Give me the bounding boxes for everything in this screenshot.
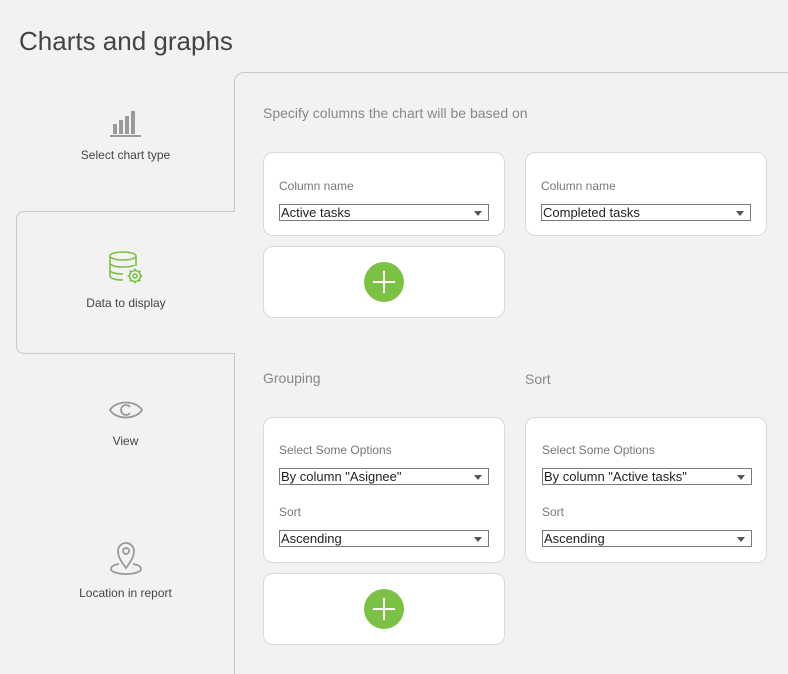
add-column-button[interactable] bbox=[364, 262, 404, 302]
select-value: Ascending bbox=[281, 531, 342, 546]
grouping-card: Select Some Options By column "Asignee" … bbox=[263, 417, 505, 563]
dropdown-arrow-icon bbox=[474, 211, 482, 216]
dropdown-arrow-icon bbox=[737, 475, 745, 480]
column-name-label: Column name bbox=[541, 179, 616, 193]
column-name-label: Column name bbox=[279, 179, 354, 193]
grouping-options-label: Select Some Options bbox=[279, 443, 392, 457]
dropdown-arrow-icon bbox=[736, 211, 744, 216]
sort-options-label: Select Some Options bbox=[542, 443, 655, 457]
select-value: Active tasks bbox=[281, 205, 351, 220]
add-grouping-button[interactable] bbox=[364, 589, 404, 629]
sort-heading: Sort bbox=[525, 371, 551, 387]
columns-heading: Specify columns the chart will be based … bbox=[263, 105, 528, 121]
add-column-card bbox=[263, 246, 505, 318]
select-value: Ascending bbox=[544, 531, 605, 546]
sort-options-select[interactable]: By column "Active tasks" bbox=[542, 468, 752, 485]
column-card-1: Column name Active tasks bbox=[263, 152, 505, 236]
step-location-in-report[interactable]: Location in report bbox=[16, 540, 235, 600]
grouping-heading: Grouping bbox=[263, 370, 321, 386]
sort-order-select[interactable]: Ascending bbox=[542, 530, 752, 547]
grouping-sort-select[interactable]: Ascending bbox=[279, 530, 489, 547]
select-value: Completed tasks bbox=[543, 205, 640, 220]
select-value: By column "Active tasks" bbox=[544, 469, 687, 484]
step-label-select-chart-type: Select chart type bbox=[80, 148, 171, 162]
column-name-select[interactable]: Active tasks bbox=[279, 204, 489, 221]
step-label-data-to-display: Data to display bbox=[86, 296, 166, 310]
step-label-location-in-report: Location in report bbox=[79, 586, 172, 600]
select-value: By column "Asignee" bbox=[281, 469, 402, 484]
dropdown-arrow-icon bbox=[737, 537, 745, 542]
step-data-to-display[interactable]: Data to display bbox=[16, 211, 235, 354]
column-card-2: Column name Completed tasks bbox=[525, 152, 767, 236]
grouping-sort-label: Sort bbox=[279, 505, 302, 519]
dropdown-arrow-icon bbox=[474, 537, 482, 542]
grouping-options-select[interactable]: By column "Asignee" bbox=[279, 468, 489, 485]
step-label-view: View bbox=[112, 434, 139, 448]
location-pin-icon bbox=[16, 540, 235, 576]
charts-and-graphs-page: Charts and graphs Select chart type Data… bbox=[0, 0, 788, 674]
dropdown-arrow-icon bbox=[474, 475, 482, 480]
sort-card: Select Some Options By column "Active ta… bbox=[525, 417, 767, 563]
eye-icon bbox=[16, 396, 235, 424]
database-gear-icon bbox=[17, 250, 235, 286]
page-title: Charts and graphs bbox=[19, 26, 233, 56]
bar-chart-icon bbox=[16, 108, 235, 138]
add-grouping-card bbox=[263, 573, 505, 645]
step-select-chart-type[interactable]: Select chart type bbox=[16, 108, 235, 162]
column-name-select[interactable]: Completed tasks bbox=[541, 204, 751, 221]
step-view[interactable]: View bbox=[16, 396, 235, 448]
sort-order-label: Sort bbox=[542, 505, 565, 519]
